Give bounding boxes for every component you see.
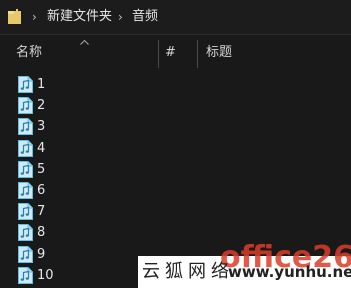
audio-file-icon xyxy=(18,266,33,284)
audio-file-icon xyxy=(18,97,33,115)
file-explorer-window: › 新建文件夹 › 音频 名称 # 标题 1 2 3 4 5 6 7 8 9 10 office2… xyxy=(0,0,351,288)
watermark: office26 云狐网络 www.yunhu.net xyxy=(138,240,351,288)
watermark-url: www.yunhu.net xyxy=(228,263,351,281)
audio-file-icon xyxy=(18,182,33,199)
column-header-title[interactable]: 标题 xyxy=(206,45,232,61)
audio-file-icon xyxy=(18,160,33,178)
audio-file-icon xyxy=(18,118,33,136)
column-divider[interactable] xyxy=(158,40,159,68)
file-row[interactable]: 7 xyxy=(0,201,351,222)
column-header-name[interactable]: 名称 xyxy=(16,45,42,61)
file-row[interactable]: 6 xyxy=(0,180,351,201)
breadcrumb-separator: › xyxy=(118,10,123,24)
breadcrumb-item-audio[interactable]: 音频 xyxy=(132,8,158,26)
file-name: 5 xyxy=(37,161,46,177)
column-divider[interactable] xyxy=(197,40,198,68)
audio-file-icon xyxy=(18,245,33,263)
file-name: 10 xyxy=(37,267,54,283)
file-row[interactable]: 1 xyxy=(0,74,351,95)
audio-file-icon xyxy=(18,203,33,221)
breadcrumb-separator: › xyxy=(32,10,37,24)
file-row[interactable]: 4 xyxy=(0,138,351,159)
file-name: 4 xyxy=(37,140,46,156)
file-name: 8 xyxy=(37,225,46,241)
column-header-number[interactable]: # xyxy=(165,45,176,61)
file-row[interactable]: 2 xyxy=(0,95,351,116)
file-row[interactable]: 3 xyxy=(0,116,351,137)
folder-icon[interactable] xyxy=(8,9,22,25)
watermark-brand-text: 云狐网络 xyxy=(142,261,234,282)
column-header-row: 名称 # 标题 xyxy=(0,36,351,70)
file-row[interactable]: 5 xyxy=(0,159,351,180)
file-name: 3 xyxy=(37,119,46,135)
breadcrumb-item-new-folder[interactable]: 新建文件夹 xyxy=(47,8,112,26)
address-bar[interactable]: › 新建文件夹 › 音频 xyxy=(0,0,351,35)
audio-file-icon xyxy=(18,139,33,157)
audio-file-icon xyxy=(18,76,33,93)
audio-file-icon xyxy=(18,224,33,242)
file-name: 6 xyxy=(37,183,46,198)
file-name: 9 xyxy=(37,246,46,262)
file-name: 1 xyxy=(37,77,46,92)
file-name: 7 xyxy=(37,204,46,220)
file-name: 2 xyxy=(37,98,46,114)
